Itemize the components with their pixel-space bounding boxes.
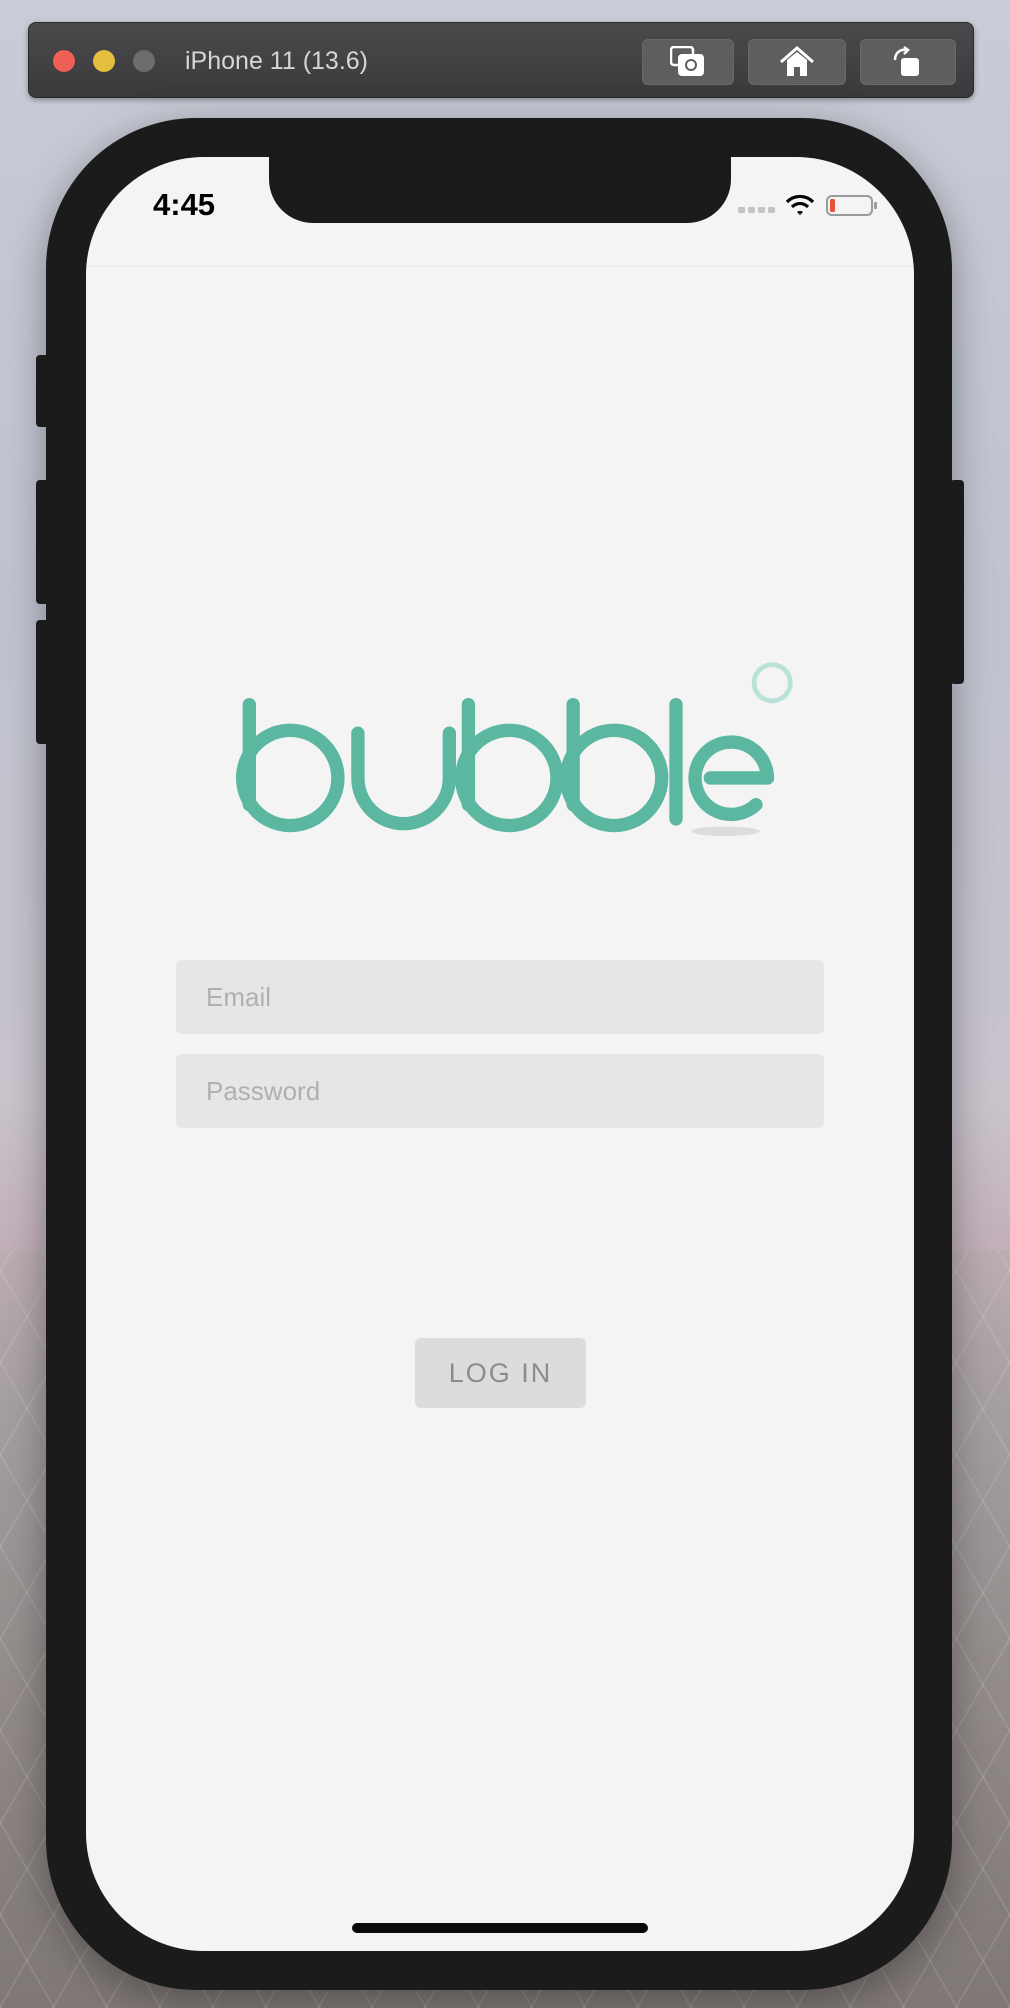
- screenshot-button[interactable]: [642, 39, 734, 85]
- screenshot-icon: [670, 46, 704, 76]
- cellular-signal-icon: [738, 207, 775, 213]
- simulator-title: iPhone 11 (13.6): [185, 47, 368, 75]
- status-time: 4:45: [153, 187, 216, 222]
- login-button[interactable]: LOG IN: [415, 1338, 586, 1408]
- rotate-button[interactable]: [860, 39, 956, 85]
- close-window-button[interactable]: [53, 50, 75, 72]
- password-field[interactable]: [176, 1054, 824, 1128]
- phone-screen: 4:45 LOG IN: [86, 157, 914, 1951]
- home-button[interactable]: [748, 39, 846, 85]
- battery-low-icon: [826, 195, 877, 216]
- minimize-window-button[interactable]: [93, 50, 115, 72]
- logo-bubble-icon: [751, 662, 793, 704]
- bubble-logo: [236, 662, 793, 837]
- zoom-window-button[interactable]: [133, 50, 155, 72]
- nav-divider: [86, 265, 914, 267]
- home-indicator[interactable]: [352, 1923, 648, 1933]
- notch: [269, 157, 731, 223]
- simulator-toolbar: iPhone 11 (13.6): [28, 22, 974, 98]
- rotate-icon: [893, 46, 919, 76]
- status-icons: [738, 194, 877, 216]
- power-button: [950, 480, 964, 684]
- home-icon: [780, 46, 814, 76]
- wifi-icon: [785, 194, 815, 215]
- email-field[interactable]: [176, 960, 824, 1034]
